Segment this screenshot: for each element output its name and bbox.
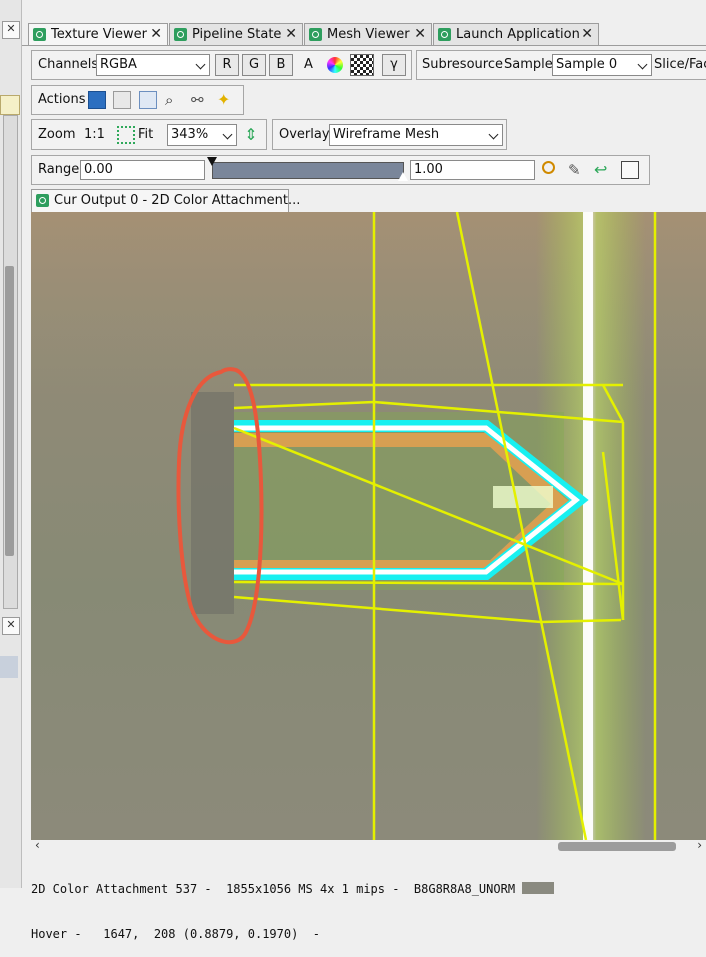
overlay-label: Overlay (279, 127, 330, 142)
tab-launch-application[interactable]: Launch Application ✕ (433, 23, 599, 45)
zoom-range-icon[interactable] (542, 161, 555, 174)
texture-viewport[interactable] (31, 212, 706, 840)
sample-label: Sample (504, 57, 553, 72)
range-label: Range (38, 162, 80, 177)
zoom-1to1-button[interactable]: 1:1 (84, 127, 105, 142)
puzzle-icon[interactable]: ✦ (217, 91, 235, 109)
actions-label: Actions (38, 92, 86, 107)
chevron-down-icon (637, 59, 648, 70)
range-min-input[interactable]: 0.00 (80, 160, 205, 180)
close-icon[interactable]: ✕ (2, 617, 20, 635)
chevron-down-icon (222, 129, 233, 140)
close-icon[interactable]: ✕ (150, 24, 162, 45)
sample-value: Sample 0 (556, 57, 618, 72)
tab-label: Launch Application (456, 27, 580, 42)
texture-icon (33, 28, 46, 41)
close-icon[interactable]: ✕ (2, 21, 20, 39)
zoom-fit-button[interactable]: Fit (138, 127, 153, 142)
range-toolbar: Range 0.00 1.00 ✎ ↩ (31, 155, 650, 185)
chevron-down-icon (195, 59, 206, 70)
close-icon[interactable]: ✕ (414, 24, 426, 45)
copy-icon[interactable] (113, 91, 131, 109)
range-max-input[interactable]: 1.00 (410, 160, 535, 180)
texture-info-text: 2D Color Attachment 537 - 1855x1056 MS 4… (31, 882, 706, 897)
subresource-label: Subresource (422, 57, 503, 72)
color-wheel-icon[interactable] (327, 57, 343, 73)
subresource-toolbar: Subresource Sample Sample 0 Slice/Face (416, 50, 706, 80)
tab-label: Pipeline State (192, 27, 282, 42)
pipeline-icon (174, 28, 187, 41)
reset-icon[interactable]: ↩ (594, 161, 612, 179)
link-icon[interactable]: ⚯ (191, 91, 209, 109)
chevron-down-icon (488, 129, 499, 140)
zoom-toolbar: Zoom 1:1 Fit 343% ⇕ (31, 119, 267, 150)
chevron-left-icon[interactable]: ‹ (35, 838, 40, 852)
channels-select[interactable]: RGBA (96, 54, 210, 76)
channels-label: Channels (38, 57, 99, 72)
tab-label: Mesh Viewer (327, 27, 410, 42)
tab-texture-viewer[interactable]: Texture Viewer ✕ (28, 23, 168, 46)
tab-pipeline-state[interactable]: Pipeline State ✕ (169, 23, 303, 45)
gamma-toggle[interactable]: γ (382, 54, 406, 76)
overlay-toolbar: Overlay Wireframe Mesh (272, 119, 507, 150)
tab-mesh-viewer[interactable]: Mesh Viewer ✕ (304, 23, 432, 45)
blue-channel-toggle[interactable]: B (269, 54, 293, 76)
green-channel-toggle[interactable]: G (242, 54, 266, 76)
eyedropper-icon[interactable]: ✎ (568, 161, 586, 179)
left-scrollbar[interactable] (3, 115, 18, 609)
zoom-label: Zoom (38, 127, 76, 142)
scrollbar-thumb[interactable] (5, 266, 14, 556)
channels-value: RGBA (100, 57, 137, 72)
actions-toolbar: Actions ⌕ ⚯ ✦ (31, 85, 244, 115)
texture-canvas (31, 212, 706, 840)
slice-face-label: Slice/Face (654, 57, 706, 72)
overlay-select[interactable]: Wireframe Mesh (329, 124, 503, 146)
checkerboard-icon[interactable] (350, 54, 374, 76)
hover-info-text: Hover - 1647, 208 (0.8879, 0.1970) - (31, 927, 320, 941)
close-icon[interactable]: ✕ (285, 24, 297, 45)
zoom-value: 343% (171, 127, 209, 142)
channels-toolbar: Channels RGBA R G B A γ (31, 50, 412, 80)
texture-icon (36, 194, 49, 207)
binoculars-icon[interactable]: ⌕ (165, 91, 183, 109)
close-icon[interactable]: ✕ (581, 24, 593, 45)
left-dock-panel: ✕ ✕ (0, 0, 22, 888)
sample-select[interactable]: Sample 0 (552, 54, 652, 76)
flip-vertical-icon[interactable]: ⇕ (242, 126, 260, 144)
chevron-right-icon[interactable]: › (697, 838, 702, 852)
list-item[interactable] (0, 656, 18, 678)
color-swatch (522, 882, 555, 894)
range-histogram[interactable] (212, 162, 404, 179)
fit-icon[interactable] (117, 126, 135, 144)
tab-label: Texture Viewer (51, 27, 147, 42)
texture-info-value: 2D Color Attachment 537 - 1855x1056 MS 4… (31, 882, 516, 896)
alpha-channel-toggle[interactable]: A (304, 57, 313, 72)
edit-icon[interactable] (0, 95, 20, 115)
output-tab-label: Cur Output 0 - 2D Color Attachment... (54, 193, 301, 208)
scrollbar-thumb[interactable] (558, 842, 676, 851)
tab-cur-output[interactable]: Cur Output 0 - 2D Color Attachment... (31, 189, 300, 212)
save-icon[interactable] (88, 91, 106, 109)
open-icon[interactable] (139, 91, 157, 109)
tab-bar-divider (22, 45, 706, 46)
zoom-select[interactable]: 343% (167, 124, 237, 146)
launch-icon (438, 28, 451, 41)
overlay-value: Wireframe Mesh (333, 127, 440, 142)
red-channel-toggle[interactable]: R (215, 54, 239, 76)
status-bar: 2D Color Attachment 537 - 1855x1056 MS 4… (31, 852, 706, 941)
range-black-point-handle[interactable] (207, 157, 217, 166)
range-white-point-handle[interactable] (398, 172, 408, 181)
mesh-icon (309, 28, 322, 41)
histogram-icon[interactable] (621, 161, 639, 179)
